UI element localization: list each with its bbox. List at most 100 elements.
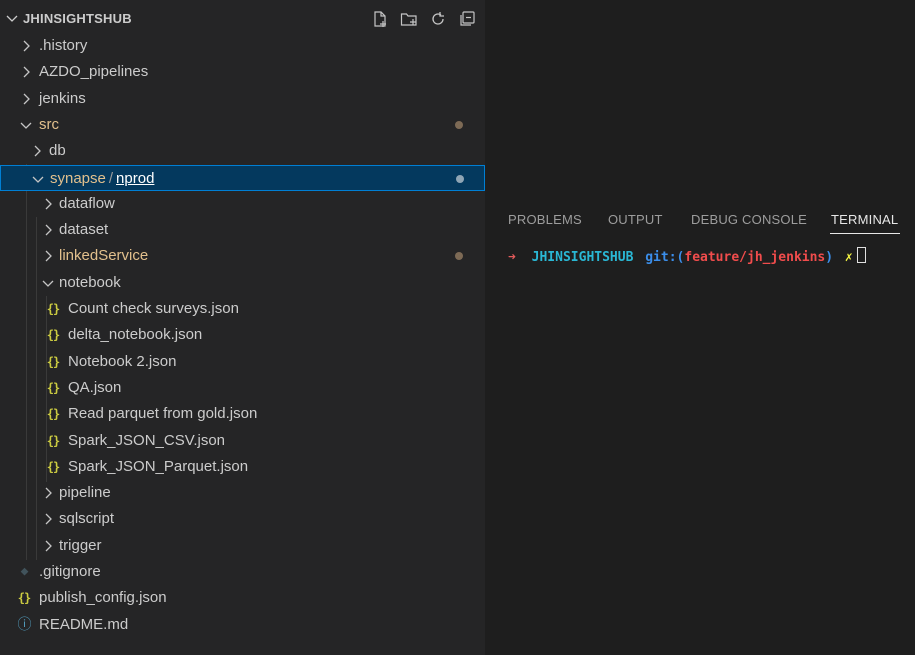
file-publish-config-json[interactable]: {} publish_config.json (0, 585, 485, 611)
folder-jenkins[interactable]: jenkins (0, 86, 485, 112)
tree-item-label-text: sqlscript (59, 510, 115, 528)
tab-problems[interactable]: PROBLEMS (508, 212, 582, 227)
tree-item-label-text: Count check surveys.json (68, 300, 239, 317)
chevron-right-icon[interactable] (18, 64, 34, 80)
tree-item-label: dataset (59, 221, 108, 238)
folder-trigger[interactable]: trigger (0, 533, 485, 559)
chevron-right-icon[interactable] (40, 511, 56, 527)
chevron-right-icon[interactable] (29, 143, 45, 159)
tree-item-label-text: AZDO_pipelines (39, 63, 149, 81)
bottom-panel: PROBLEMS OUTPUT DEBUG CONSOLE TERMINAL ➜… (485, 0, 915, 655)
active-tab-indicator (830, 233, 900, 234)
tree-item-label: README.md (39, 616, 128, 633)
tree-item-label: db (49, 142, 66, 159)
chevron-right-icon[interactable] (40, 485, 56, 501)
tree-item-label-text: synapse (50, 169, 106, 187)
info-icon: ⓘ (17, 616, 32, 633)
chevron-right-icon[interactable] (18, 38, 34, 54)
chevron-down-icon[interactable] (18, 117, 34, 133)
prompt-git-prefix: git:( (645, 250, 685, 265)
tree-item-label: AZDO_pipelines (39, 63, 148, 80)
folder-synapse[interactable]: synapse / nprod (0, 164, 485, 191)
file-spark-json-parquet-json[interactable]: {} Spark_JSON_Parquet.json (0, 454, 485, 480)
tree-item-label-text: pipeline (59, 484, 111, 502)
terminal[interactable]: ➜ JHINSIGHTSHUB git:(feature/jh_jenkins)… (485, 244, 915, 644)
tree-item-label: Read parquet from gold.json (68, 405, 257, 422)
tree-item-label: Spark_JSON_Parquet.json (68, 458, 248, 475)
folder-dataset[interactable]: dataset (0, 217, 485, 243)
prompt-git-suffix: ) (825, 250, 834, 265)
tree-item-label: Count check surveys.json (68, 300, 239, 317)
chevron-right-icon[interactable] (40, 196, 56, 212)
tree-item-label-text: linkedService (59, 247, 149, 265)
folder-src[interactable]: src (0, 112, 485, 138)
file-spark-json-csv-json[interactable]: {} Spark_JSON_CSV.json (0, 428, 485, 454)
file-count-check-surveys-json[interactable]: {} Count check surveys.json (0, 296, 485, 322)
terminal-cursor (856, 247, 866, 263)
json-file-icon: {} (46, 459, 60, 474)
json-file-icon: {} (17, 591, 31, 606)
folder-azdo-pipelines[interactable]: AZDO_pipelines (0, 59, 485, 85)
tree-item-label: .gitignore (39, 563, 101, 580)
file-qa-json[interactable]: {} QA.json (0, 375, 485, 401)
chevron-right-icon[interactable] (40, 248, 56, 264)
json-file-icon: {} (46, 380, 60, 395)
tree-item-label: delta_notebook.json (68, 326, 202, 343)
tree-item-label-text: Read parquet from gold.json (68, 405, 258, 423)
collapse-all-icon[interactable] (457, 9, 477, 29)
tree-item-label: sqlscript (59, 510, 114, 527)
tree-item-label-text: src (39, 115, 59, 133)
explorer-title: JHINSIGHTSHUB (23, 11, 132, 26)
file-read-parquet-from-gold-json[interactable]: {} Read parquet from gold.json (0, 401, 485, 427)
folder-dataflow[interactable]: dataflow (0, 191, 485, 217)
folder-history[interactable]: .history (0, 33, 485, 59)
tree-item-label-text: Spark_JSON_CSV.json (68, 431, 226, 449)
tree-item-label: pipeline (59, 484, 111, 501)
folder-pipeline[interactable]: pipeline (0, 480, 485, 506)
tree-item-label: Notebook 2.json (68, 353, 176, 370)
chevron-right-icon[interactable] (40, 538, 56, 554)
tree-item-label: src (39, 116, 59, 133)
new-folder-icon[interactable] (399, 9, 419, 29)
terminal-prompt-line: ➜ JHINSIGHTSHUB git:(feature/jh_jenkins)… (508, 247, 866, 265)
tree-item-label-text: db (49, 142, 66, 160)
chevron-right-icon[interactable] (40, 222, 56, 238)
explorer-sidebar: JHINSIGHTSHUB .history AZDO_pipelinesjenk… (0, 0, 485, 655)
chevron-down-icon[interactable] (40, 275, 56, 291)
chevron-down-icon[interactable] (30, 171, 46, 187)
tree-item-label-text: .gitignore (39, 563, 101, 580)
folder-notebook[interactable]: notebook (0, 270, 485, 296)
json-file-icon: {} (46, 302, 60, 316)
tab-debug-console[interactable]: DEBUG CONSOLE (691, 212, 807, 227)
tree-item-label-text: .history (39, 37, 88, 54)
folder-db[interactable]: db (0, 138, 485, 164)
prompt-directory: JHINSIGHTSHUB (531, 250, 634, 265)
file-delta-notebook-json[interactable]: {} delta_notebook.json (0, 322, 485, 348)
json-file-icon: {} (46, 407, 60, 422)
file-gitignore[interactable]: ◆ .gitignore (0, 559, 485, 585)
refresh-icon[interactable] (428, 9, 448, 29)
chevron-right-icon[interactable] (18, 91, 34, 107)
prompt-arrow: ➜ (508, 250, 516, 265)
tree-item-label: dataflow (59, 195, 115, 212)
folder-linkedservice[interactable]: linkedService (0, 243, 485, 269)
tab-output[interactable]: OUTPUT (608, 212, 663, 227)
tree-item-label: QA.json (68, 379, 121, 396)
folder-sqlscript[interactable]: sqlscript (0, 506, 485, 532)
tree-item-label: linkedService (59, 247, 148, 264)
explorer-header[interactable]: JHINSIGHTSHUB (0, 6, 485, 32)
tree-item-label-text: publish_config.json (39, 589, 167, 607)
file-notebook-2-json[interactable]: {} Notebook 2.json (0, 349, 485, 375)
modified-dot-icon (456, 174, 464, 183)
tree-item-label-text: trigger (59, 536, 102, 554)
chevron-down-icon[interactable] (4, 10, 20, 26)
compact-folder-segment[interactable]: nprod (116, 170, 154, 187)
file-readme-md[interactable]: ⓘ README.md (0, 612, 485, 638)
tree-item-label: synapse / nprod (50, 170, 154, 187)
tree-item-label-text: Notebook 2.json (68, 352, 177, 370)
tab-terminal[interactable]: TERMINAL (831, 212, 898, 227)
json-file-icon: {} (46, 328, 60, 343)
compact-folder-separator: / (108, 169, 114, 187)
new-file-icon[interactable] (370, 9, 390, 29)
tree-item-label: Spark_JSON_CSV.json (68, 432, 225, 449)
